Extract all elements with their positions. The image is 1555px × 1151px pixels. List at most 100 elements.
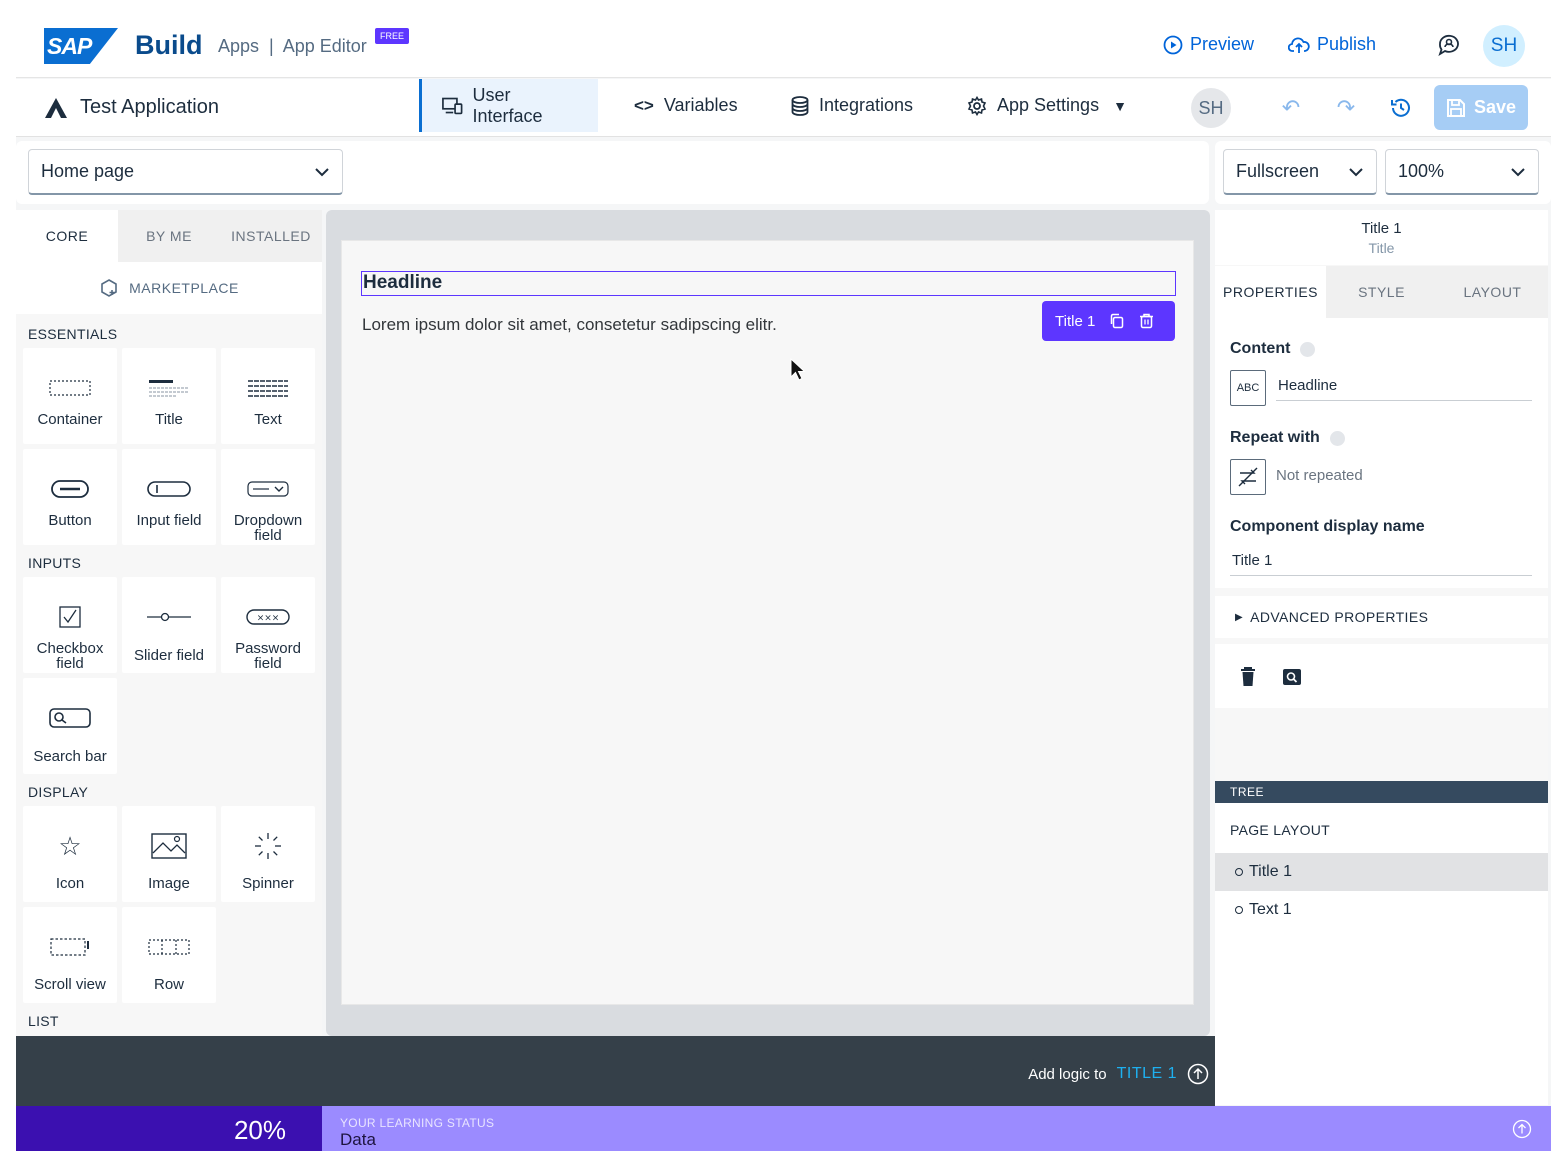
marketplace-icon (101, 279, 117, 297)
app-editor-window: SAP Build Apps | App Editor FREE Preview… (16, 8, 1551, 1151)
component-text[interactable]: Text (221, 348, 315, 444)
save-button[interactable]: Save (1434, 85, 1528, 130)
tab-installed[interactable]: INSTALLED (220, 210, 322, 262)
database-icon (791, 95, 809, 116)
component-label: Input field (136, 512, 202, 529)
redo-icon[interactable]: ↷ (1331, 93, 1361, 123)
component-search-bar[interactable]: Search bar (23, 678, 117, 774)
page-canvas[interactable]: Headline Lorem ipsum dolor sit amet, con… (341, 240, 1194, 1005)
component-label: Row (153, 976, 184, 993)
view-bar: Fullscreen 100% (1215, 141, 1551, 204)
cloud-upload-icon (1288, 37, 1310, 53)
component-image[interactable]: Image (122, 806, 216, 902)
display-name-input[interactable]: Title 1 (1230, 546, 1532, 576)
component-checkbox-field[interactable]: Checkbox field (23, 577, 117, 673)
delete-icon[interactable] (1240, 667, 1256, 687)
info-icon[interactable] (1329, 430, 1345, 446)
component-name: Title 1 (1361, 220, 1402, 237)
chevron-down-icon (315, 167, 329, 176)
password-icon: ××× (246, 609, 290, 625)
tab-layout[interactable]: LAYOUT (1437, 266, 1548, 318)
tab-label: App Settings (997, 95, 1100, 115)
logic-bar: Add logic to TITLE 1 (16, 1036, 1215, 1106)
component-dropdown-field[interactable]: Dropdown field (221, 449, 315, 545)
viewport-value: Fullscreen (1236, 161, 1320, 181)
scroll-view-icon (50, 938, 89, 956)
app-toolbar: Test Application User Interface <> Varia… (16, 79, 1551, 137)
component-scroll-view[interactable]: Scroll view (23, 907, 117, 1003)
undo-icon[interactable]: ↶ (1276, 93, 1306, 123)
tab-label: Variables (663, 95, 738, 115)
inspect-icon[interactable] (1282, 668, 1302, 686)
tab-integrations[interactable]: Integrations (771, 79, 933, 132)
properties-tabs: PROPERTIES STYLE LAYOUT (1215, 266, 1548, 318)
headline-title[interactable]: Headline (361, 271, 1176, 296)
section-display: DISPLAY (28, 784, 89, 800)
component-spinner[interactable]: Spinner (221, 806, 315, 902)
tree-item-title-1[interactable]: Title 1 (1215, 853, 1548, 891)
search-bar-icon (49, 708, 91, 728)
page-select[interactable]: Home page (28, 149, 343, 195)
properties-form: Content ABC Headline Repeat with Not rep… (1215, 318, 1548, 588)
text-type-icon[interactable]: ABC (1230, 370, 1266, 406)
component-input-field[interactable]: Input field (122, 449, 216, 545)
repeat-binding-icon[interactable] (1230, 459, 1266, 495)
info-icon[interactable] (1300, 341, 1316, 357)
breadcrumb: Apps | App Editor (218, 36, 367, 56)
viewport-select[interactable]: Fullscreen (1223, 149, 1377, 195)
app-title: Test Application (44, 96, 219, 119)
feedback-icon[interactable] (1437, 34, 1461, 56)
section-list: LIST (28, 1013, 59, 1029)
trash-icon[interactable] (1139, 313, 1154, 329)
preview-button[interactable]: Preview (1163, 34, 1254, 55)
tab-app-settings[interactable]: App Settings ▼ (947, 79, 1147, 132)
slider-icon (147, 612, 191, 622)
add-logic-button[interactable]: Add logic to TITLE 1 (1028, 1063, 1209, 1085)
top-header: SAP Build Apps | App Editor FREE Preview… (16, 8, 1551, 78)
checkbox-icon (59, 606, 81, 628)
save-icon (1446, 98, 1465, 117)
learning-status-bar[interactable]: 20% YOUR LEARNING STATUS Data (16, 1106, 1551, 1151)
component-button[interactable]: Button (23, 449, 117, 545)
component-label: Text (254, 411, 282, 428)
tab-user-interface[interactable]: User Interface (419, 79, 598, 132)
user-avatar[interactable]: SH (1483, 25, 1525, 67)
component-title[interactable]: Title (122, 348, 216, 444)
tab-properties[interactable]: PROPERTIES (1215, 266, 1326, 318)
component-row[interactable]: Row (122, 907, 216, 1003)
input-field-icon (147, 481, 191, 497)
tab-style[interactable]: STYLE (1326, 266, 1437, 318)
component-icon[interactable]: ☆ Icon (23, 806, 117, 902)
code-icon: <> (634, 95, 654, 115)
tree-item-text-1[interactable]: Text 1 (1215, 891, 1548, 929)
gear-icon (967, 95, 987, 116)
zoom-select[interactable]: 100% (1385, 149, 1539, 195)
content-input[interactable]: Headline (1276, 371, 1532, 401)
tab-by-me[interactable]: BY ME (118, 210, 220, 262)
tab-label: Integrations (819, 95, 914, 115)
expand-up-icon[interactable] (1512, 1119, 1532, 1139)
history-icon[interactable] (1389, 96, 1413, 120)
component-label: Spinner (242, 875, 294, 892)
component-password-field[interactable]: ××× Password field (221, 577, 315, 673)
app-name: Test Application (80, 96, 219, 118)
paragraph-text[interactable]: Lorem ipsum dolor sit amet, consetetur s… (362, 315, 777, 335)
collaborator-avatar[interactable]: SH (1191, 88, 1231, 128)
row-icon (148, 939, 190, 955)
chevron-down-icon (1349, 167, 1363, 176)
marketplace-button[interactable]: MARKETPLACE (16, 262, 322, 314)
tab-core[interactable]: CORE (16, 210, 118, 262)
learning-status-value: Data (340, 1130, 376, 1149)
component-slider-field[interactable]: Slider field (122, 577, 216, 673)
publish-button[interactable]: Publish (1288, 34, 1376, 55)
svg-text:×××: ××× (257, 614, 280, 624)
canvas-area: Headline Lorem ipsum dolor sit amet, con… (326, 210, 1210, 1036)
tab-variables[interactable]: <> Variables (614, 79, 758, 132)
tree-root-label: PAGE LAYOUT (1230, 822, 1331, 838)
duplicate-icon[interactable] (1109, 313, 1125, 329)
advanced-properties-toggle[interactable]: ▶ ADVANCED PROPERTIES (1215, 596, 1548, 638)
component-label: Title (155, 411, 183, 428)
component-label: Scroll view (34, 976, 106, 993)
palette-tabs: CORE BY ME INSTALLED (16, 210, 322, 262)
component-container[interactable]: Container (23, 348, 117, 444)
